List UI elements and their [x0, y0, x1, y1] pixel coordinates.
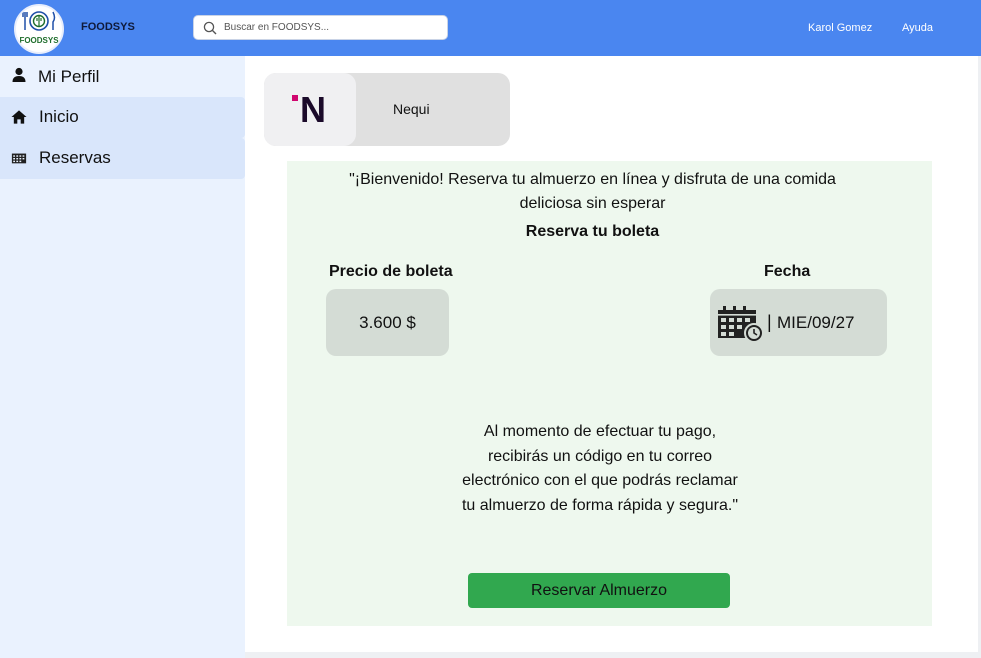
help-link[interactable]: Ayuda	[902, 22, 933, 34]
date-separator: |	[767, 312, 772, 332]
search-input[interactable]	[224, 16, 439, 39]
sidebar-item-mi-perfil[interactable]: Mi Perfil	[0, 56, 245, 97]
note-line: tu almuerzo de forma rápida y segura."	[461, 496, 739, 514]
date-picker[interactable]: | MIE/09/27	[710, 289, 887, 356]
price-display: 3.600 $	[326, 289, 449, 356]
sidebar-item-reservas[interactable]: Reservas	[0, 138, 245, 179]
sidebar-item-label: Reservas	[39, 148, 111, 167]
date-value: MIE/09/27	[777, 313, 855, 332]
date-title: Fecha	[764, 263, 811, 280]
note-line: recibirás un código en tu correo	[487, 447, 713, 465]
top-bar: FOODSYS FOODSYS Karol Gomez Ayuda	[0, 0, 981, 56]
sidebar-item-label: Inicio	[39, 107, 79, 126]
home-icon	[11, 110, 27, 124]
payment-method-card[interactable]: N Nequi	[264, 73, 510, 146]
sidebar: Mi Perfil Inicio Reservas	[0, 56, 245, 658]
reservation-title: Reserva tu boleta	[525, 223, 660, 240]
plate-utensils-icon	[22, 11, 56, 31]
calendar-clock-icon	[718, 306, 764, 343]
welcome-line-1: "¡Bienvenido! Reserva tu almuerzo en lín…	[349, 171, 836, 188]
price-title: Precio de boleta	[329, 263, 453, 280]
logo-text: FOODSYS	[19, 36, 59, 45]
reservation-panel: "¡Bienvenido! Reserva tu almuerzo en lín…	[287, 161, 932, 626]
nequi-logo-letter: N	[300, 89, 326, 130]
search-icon	[203, 21, 217, 35]
welcome-line-2: deliciosa sin esperar	[519, 195, 666, 212]
payment-method-name: Nequi	[393, 101, 430, 117]
welcome-text: "¡Bienvenido! Reserva tu almuerzo en lín…	[287, 168, 898, 216]
payment-note: Al momento de efectuar tu pago, recibirá…	[387, 420, 813, 518]
note-line: Al momento de efectuar tu pago,	[483, 423, 717, 440]
foodsys-logo[interactable]: FOODSYS	[14, 4, 64, 54]
sidebar-item-inicio[interactable]: Inicio	[0, 97, 245, 138]
nequi-logo: N	[264, 73, 356, 146]
note-line: electrónico con el que podrás reclamar	[462, 472, 738, 489]
nequi-logo-dot	[292, 95, 298, 101]
reserve-lunch-button[interactable]: Reservar Almuerzo	[468, 573, 730, 608]
bottom-divider	[245, 652, 981, 658]
sidebar-item-label: Mi Perfil	[38, 67, 100, 86]
app-window: FOODSYS FOODSYS Karol Gomez Ayuda Mi Per…	[0, 0, 981, 658]
price-value: 3.600 $	[359, 313, 416, 332]
calendar-grid-icon	[11, 153, 27, 164]
user-name-link[interactable]: Karol Gomez	[808, 22, 872, 34]
brand-name[interactable]: FOODSYS	[81, 21, 135, 33]
user-icon	[12, 67, 26, 82]
search-box[interactable]	[193, 15, 448, 40]
